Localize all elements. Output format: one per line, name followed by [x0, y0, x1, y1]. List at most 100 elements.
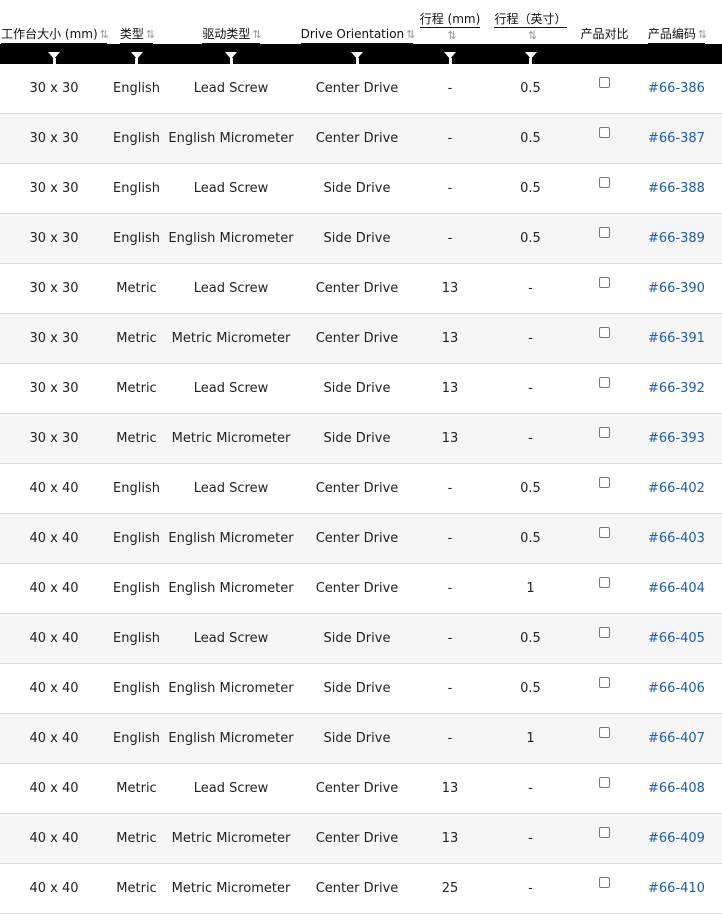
funnel-icon[interactable]	[524, 51, 537, 64]
table-header-row: 工作台大小 (mm) ⇅ 类型 ⇅ 驱动类型 ⇅ Drive Orientation ⇅…	[0, 0, 722, 44]
cell-compare	[578, 363, 631, 414]
cell-orientation: Center Drive	[297, 113, 417, 164]
compare-checkbox[interactable]	[599, 227, 610, 238]
cell-travel-in: 0.5	[483, 113, 578, 164]
cell-compare	[578, 563, 631, 614]
compare-checkbox[interactable]	[599, 627, 610, 638]
table-row: 30 x 30 English Lead Screw Side Drive -0.5 #6…	[0, 163, 722, 214]
compare-checkbox[interactable]	[599, 877, 610, 888]
column-header-drive-type[interactable]: 驱动类型 ⇅	[165, 0, 297, 44]
compare-checkbox[interactable]	[599, 177, 610, 188]
compare-checkbox[interactable]	[599, 127, 610, 138]
filter-bar	[0, 44, 722, 64]
cell-drive: Metric Micrometer	[165, 813, 297, 864]
product-code-link[interactable]: #66-392	[648, 381, 705, 396]
cell-size: 40 x 40	[0, 463, 108, 514]
product-code-link[interactable]: #66-403	[648, 531, 705, 546]
product-code-link[interactable]: #66-391	[648, 331, 705, 346]
column-header-travel-in[interactable]: 行程（英寸） ⇅	[483, 0, 578, 44]
sort-icon[interactable]: ⇅	[422, 28, 481, 44]
cell-size: 40 x 40	[0, 613, 108, 664]
column-header-label: Drive Orientation	[300, 27, 405, 41]
compare-checkbox[interactable]	[599, 527, 610, 538]
cell-orientation: Center Drive	[297, 263, 417, 314]
cell-orientation: Center Drive	[297, 563, 417, 614]
product-code-link[interactable]: #66-393	[648, 431, 705, 446]
product-code-link[interactable]: #66-410	[648, 881, 705, 896]
column-header-size[interactable]: 工作台大小 (mm) ⇅	[0, 0, 108, 44]
cell-orientation: Side Drive	[297, 363, 417, 414]
cell-travel-mm: -	[417, 713, 483, 764]
funnel-icon[interactable]	[444, 51, 456, 64]
product-code-link[interactable]: #66-386	[648, 81, 705, 96]
sort-icon[interactable]: ⇅	[252, 28, 261, 41]
compare-checkbox[interactable]	[599, 677, 610, 688]
sort-icon[interactable]: ⇅	[496, 28, 566, 44]
compare-checkbox[interactable]	[599, 427, 610, 438]
compare-checkbox[interactable]	[599, 727, 610, 738]
cell-size: 30 x 30	[0, 213, 108, 264]
compare-checkbox[interactable]	[599, 577, 610, 588]
cell-drive: Lead Screw	[165, 64, 297, 114]
sort-icon[interactable]: ⇅	[698, 28, 707, 41]
column-header-travel-mm[interactable]: 行程 (mm) ⇅	[417, 0, 483, 44]
sort-icon[interactable]: ⇅	[100, 28, 108, 41]
product-code-link[interactable]: #66-404	[648, 581, 705, 596]
product-code-link[interactable]: #66-387	[648, 131, 705, 146]
cell-compare	[578, 813, 631, 864]
cell-travel-mm: 13	[417, 763, 483, 814]
compare-checkbox[interactable]	[599, 327, 610, 338]
product-code-link[interactable]: #66-406	[648, 681, 705, 696]
cell-compare	[578, 64, 631, 114]
column-header-type[interactable]: 类型 ⇅	[108, 0, 165, 44]
product-code-link[interactable]: #66-390	[648, 281, 705, 296]
product-code-link[interactable]: #66-407	[648, 731, 705, 746]
funnel-icon[interactable]	[225, 51, 237, 64]
filter-cell-type[interactable]	[108, 44, 165, 64]
cell-travel-in: -	[483, 863, 578, 914]
product-code-link[interactable]: #66-389	[648, 231, 705, 246]
filter-cell-travel-in[interactable]	[483, 44, 578, 64]
compare-checkbox[interactable]	[599, 377, 610, 388]
funnel-icon[interactable]	[130, 51, 143, 64]
compare-checkbox[interactable]	[599, 477, 610, 488]
compare-checkbox[interactable]	[599, 277, 610, 288]
cell-drive: Metric Micrometer	[165, 413, 297, 464]
cell-orientation: Side Drive	[297, 213, 417, 264]
cell-size: 30 x 30	[0, 363, 108, 414]
sort-icon[interactable]: ⇅	[146, 28, 155, 41]
compare-checkbox[interactable]	[599, 777, 610, 788]
cell-code: #66-407	[631, 713, 722, 764]
cell-orientation: Center Drive	[297, 64, 417, 114]
cell-drive: Lead Screw	[165, 363, 297, 414]
column-header-drive-orientation[interactable]: Drive Orientation ⇅	[297, 0, 417, 44]
cell-drive: Lead Screw	[165, 263, 297, 314]
product-code-link[interactable]: #66-402	[648, 481, 705, 496]
funnel-icon[interactable]	[351, 51, 363, 64]
cell-travel-mm: -	[417, 463, 483, 514]
cell-travel-mm: -	[417, 64, 483, 114]
cell-type: Metric	[108, 363, 165, 414]
filter-cell-size[interactable]	[0, 44, 108, 64]
filter-cell-drive-type[interactable]	[165, 44, 297, 64]
cell-type: English	[108, 563, 165, 614]
cell-size: 30 x 30	[0, 263, 108, 314]
cell-code: #66-393	[631, 413, 722, 464]
cell-size: 40 x 40	[0, 863, 108, 914]
sort-icon[interactable]: ⇅	[406, 28, 415, 41]
funnel-icon[interactable]	[48, 51, 60, 64]
cell-size: 40 x 40	[0, 513, 108, 564]
product-code-link[interactable]: #66-409	[648, 831, 705, 846]
filter-cell-drive-orientation[interactable]	[297, 44, 417, 64]
cell-code: #66-402	[631, 463, 722, 514]
product-code-link[interactable]: #66-408	[648, 781, 705, 796]
compare-checkbox[interactable]	[599, 77, 610, 88]
filter-cell-travel-mm[interactable]	[417, 44, 483, 64]
product-code-link[interactable]: #66-405	[648, 631, 705, 646]
cell-code: #66-386	[631, 64, 722, 114]
compare-checkbox[interactable]	[599, 827, 610, 838]
product-code-link[interactable]: #66-388	[648, 181, 705, 196]
cell-travel-mm: 13	[417, 413, 483, 464]
cell-drive: Lead Screw	[165, 463, 297, 514]
column-header-code[interactable]: 产品编码 ⇅	[631, 0, 722, 44]
